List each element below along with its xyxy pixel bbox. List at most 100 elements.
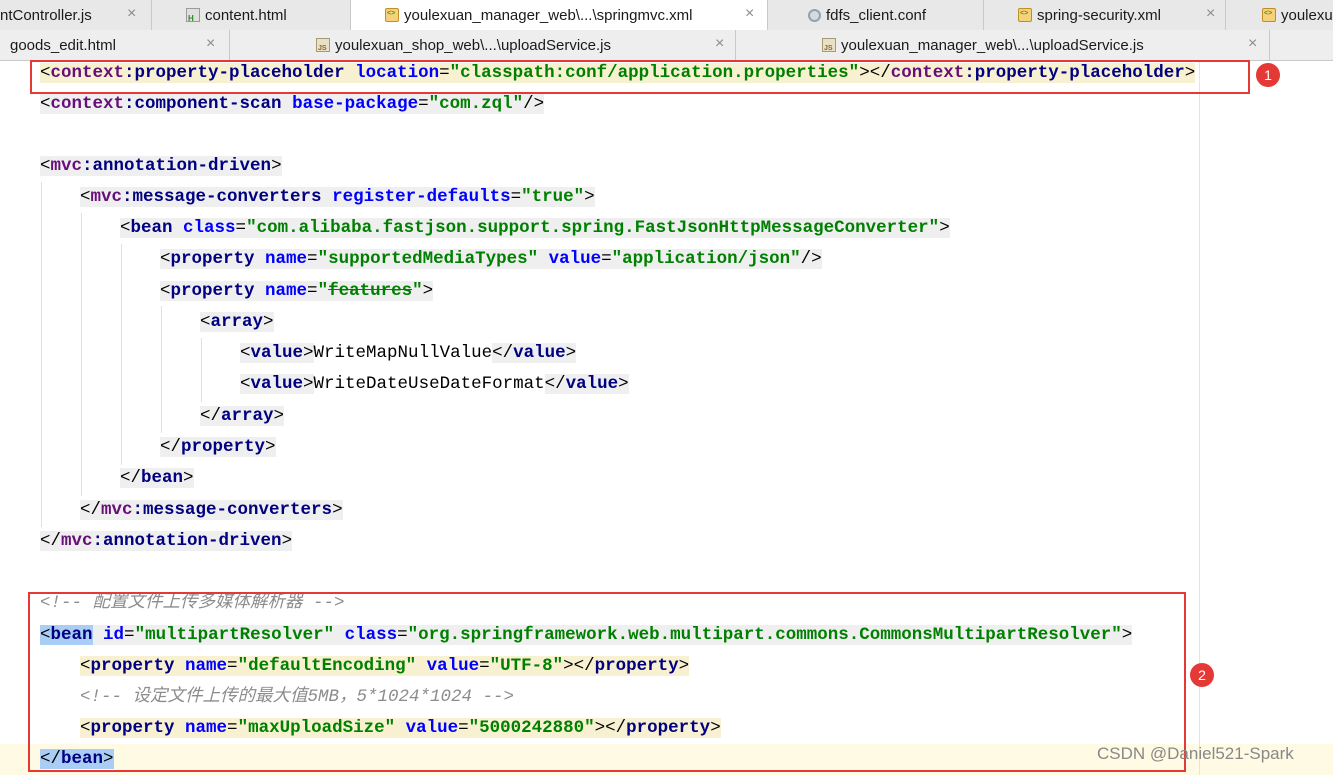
xml-equals: =: [510, 187, 522, 207]
xml-value: "application/json": [611, 249, 801, 269]
xml-bracket: >: [263, 312, 274, 332]
xml-attribute: register-defaults: [321, 187, 511, 207]
xml-value: "supportedMediaTypes": [317, 249, 539, 269]
xml-bracket: >: [565, 343, 577, 363]
editor-tab-bar-bottom: goods_edit.html × youlexuan_shop_web\...…: [0, 30, 1333, 61]
xml-tag: :annotation-driven: [82, 156, 272, 176]
xml-tag: value: [565, 374, 619, 394]
html-file-icon: [186, 8, 200, 23]
tab-content-controller[interactable]: ntController.js ×: [0, 0, 152, 30]
tab-label: spring-security.xml: [1037, 6, 1161, 24]
tab-shop-upload-service-js[interactable]: youlexuan_shop_web\...\uploadService.js …: [230, 30, 736, 60]
code-line-12[interactable]: </array>: [200, 401, 285, 432]
xml-attribute: value: [538, 249, 602, 269]
xml-bracket: <: [80, 187, 91, 207]
xml-bracket: <: [40, 156, 51, 176]
tab-label: ntController.js: [0, 6, 92, 24]
tab-label: youlexuan_manager_web\...\springmvc.xml: [404, 6, 693, 24]
xml-file-icon: [385, 8, 399, 22]
xml-value: "true": [521, 187, 585, 207]
tab-content-html[interactable]: content.html: [152, 0, 351, 30]
xml-tag: value: [250, 343, 304, 363]
xml-value: "com.zql": [428, 94, 524, 114]
xml-tag: value: [250, 374, 304, 394]
xml-bracket: </: [200, 406, 222, 426]
xml-quote: ": [317, 281, 329, 301]
xml-namespace: mvc: [90, 187, 123, 207]
xml-equals: =: [307, 249, 318, 269]
config-file-icon: [808, 8, 821, 22]
close-icon[interactable]: ×: [206, 35, 215, 53]
tab-springmvc-xml[interactable]: youlexuan_manager_web\...\springmvc.xml …: [351, 0, 768, 30]
tab-goods-edit-html[interactable]: goods_edit.html ×: [0, 30, 230, 60]
xml-bracket: </: [40, 531, 62, 551]
xml-tag: value: [513, 343, 566, 363]
code-line-16[interactable]: </mvc:annotation-driven>: [40, 526, 293, 557]
tab-manager-upload-service-js[interactable]: youlexuan_manager_web\...\uploadService.…: [736, 30, 1270, 60]
tab-youlexuan-overflow[interactable]: youlexu: [1226, 0, 1333, 30]
xml-bracket: >: [273, 406, 285, 426]
code-line-7[interactable]: <property name="supportedMediaTypes" val…: [160, 244, 822, 275]
xml-bracket: >: [332, 500, 343, 520]
xml-equals: =: [235, 218, 247, 238]
xml-equals: =: [418, 94, 429, 114]
xml-bracket: <: [240, 374, 251, 394]
xml-file-icon: [1262, 8, 1276, 22]
xml-bracket: >: [271, 156, 282, 176]
xml-tag: bean: [141, 468, 184, 488]
xml-equals: =: [307, 281, 318, 301]
xml-tag: property: [170, 281, 255, 301]
xml-equals: =: [601, 249, 612, 269]
indent-guide: [81, 213, 82, 496]
xml-bracket: >: [618, 374, 629, 394]
close-icon[interactable]: ×: [745, 5, 754, 23]
code-line-10[interactable]: <value>WriteMapNullValue</value>: [240, 338, 577, 369]
code-line-6[interactable]: <bean class="com.alibaba.fastjson.suppor…: [120, 213, 950, 244]
tab-label: content.html: [205, 6, 287, 24]
close-icon[interactable]: ×: [1206, 5, 1215, 23]
xml-namespace: context: [50, 94, 125, 114]
tab-label: goods_edit.html: [10, 36, 116, 54]
close-icon[interactable]: ×: [127, 5, 136, 23]
xml-bracket: <: [160, 249, 171, 269]
code-line-5[interactable]: <mvc:message-converters register-default…: [80, 182, 595, 213]
close-icon[interactable]: ×: [1248, 35, 1257, 53]
xml-bracket: </: [160, 437, 182, 457]
xml-bracket: <: [240, 343, 251, 363]
xml-text: WriteMapNullValue: [313, 343, 493, 363]
xml-bracket: />: [800, 249, 822, 269]
js-file-icon: [316, 38, 330, 52]
xml-tag: property: [181, 437, 266, 457]
tab-fdfs-client-conf[interactable]: fdfs_client.conf: [768, 0, 984, 30]
xml-bracket: <: [120, 218, 131, 238]
xml-tag: :message-converters: [132, 500, 333, 520]
indent-guide: [161, 306, 162, 433]
tab-spring-security-xml[interactable]: spring-security.xml ×: [984, 0, 1226, 30]
xml-bracket: <: [200, 312, 211, 332]
tab-label: youlexuan_manager_web\...\uploadService.…: [841, 36, 1144, 54]
xml-quote: ": [412, 281, 423, 301]
annotation-badge-1: 1: [1256, 63, 1280, 87]
code-line-14[interactable]: </bean>: [120, 463, 194, 494]
code-line-4[interactable]: <mvc:annotation-driven>: [40, 151, 282, 182]
js-file-icon: [822, 38, 836, 52]
xml-attribute: name: [254, 249, 308, 269]
watermark: CSDN @Daniel521-Spark: [1097, 744, 1294, 763]
code-line-11[interactable]: <value>WriteDateUseDateFormat</value>: [240, 369, 629, 400]
close-icon[interactable]: ×: [715, 35, 724, 53]
xml-bracket: </: [120, 468, 142, 488]
xml-bracket: >: [422, 281, 434, 301]
xml-attribute: name: [254, 281, 308, 301]
code-line-15[interactable]: </mvc:message-converters>: [80, 495, 343, 526]
annotation-box-1: [30, 60, 1250, 94]
xml-bracket: >: [939, 218, 950, 238]
editor-tab-bar-top: ntController.js × content.html youlexuan…: [0, 0, 1333, 31]
code-line-8[interactable]: <property name="features">: [160, 276, 434, 307]
xml-tag: array: [210, 312, 264, 332]
code-line-9[interactable]: <array>: [200, 307, 274, 338]
xml-bracket: >: [281, 531, 293, 551]
xml-bracket: >: [265, 437, 276, 457]
indent-guide: [201, 338, 202, 402]
code-line-13[interactable]: </property>: [160, 432, 276, 463]
xml-file-icon: [1018, 8, 1032, 22]
